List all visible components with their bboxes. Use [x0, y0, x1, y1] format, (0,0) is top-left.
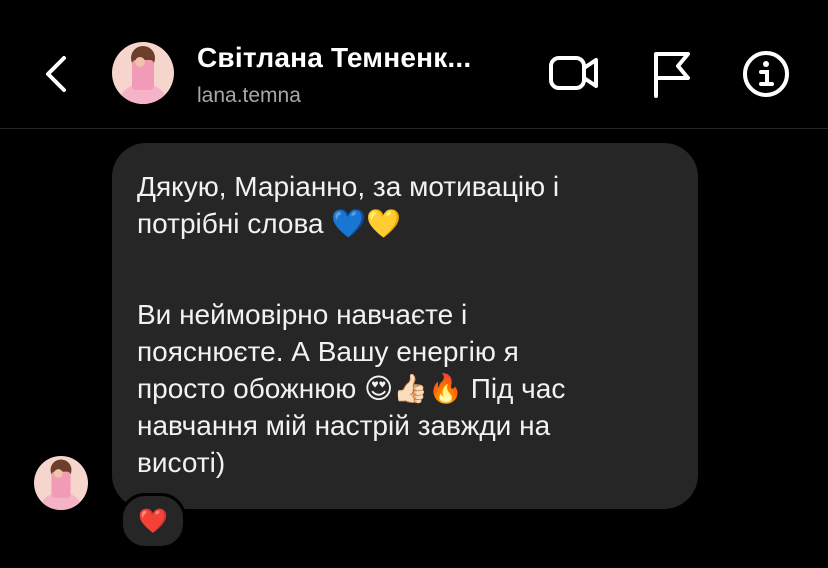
avatar[interactable]: [112, 42, 174, 104]
avatar-image: [34, 456, 88, 510]
contact-name[interactable]: Світлана Темненк...: [197, 42, 471, 74]
avatar-image: [112, 42, 174, 104]
video-call-icon[interactable]: [546, 46, 602, 102]
heart-reaction[interactable]: ❤️: [120, 493, 186, 549]
message-paragraph-1: Дякую, Маріанно, за мотивацію і потрібні…: [137, 171, 560, 239]
contact-username[interactable]: lana.temna: [197, 84, 301, 108]
back-chevron-icon[interactable]: [36, 50, 76, 98]
sender-avatar[interactable]: [34, 456, 88, 510]
message-paragraph-2: Ви неймовірно навчаєте і пояснюєте. А Ва…: [137, 299, 566, 478]
info-icon[interactable]: [738, 46, 794, 102]
chat-header: Світлана Темненк... lana.temna: [0, 0, 828, 129]
flag-icon[interactable]: [644, 46, 700, 102]
